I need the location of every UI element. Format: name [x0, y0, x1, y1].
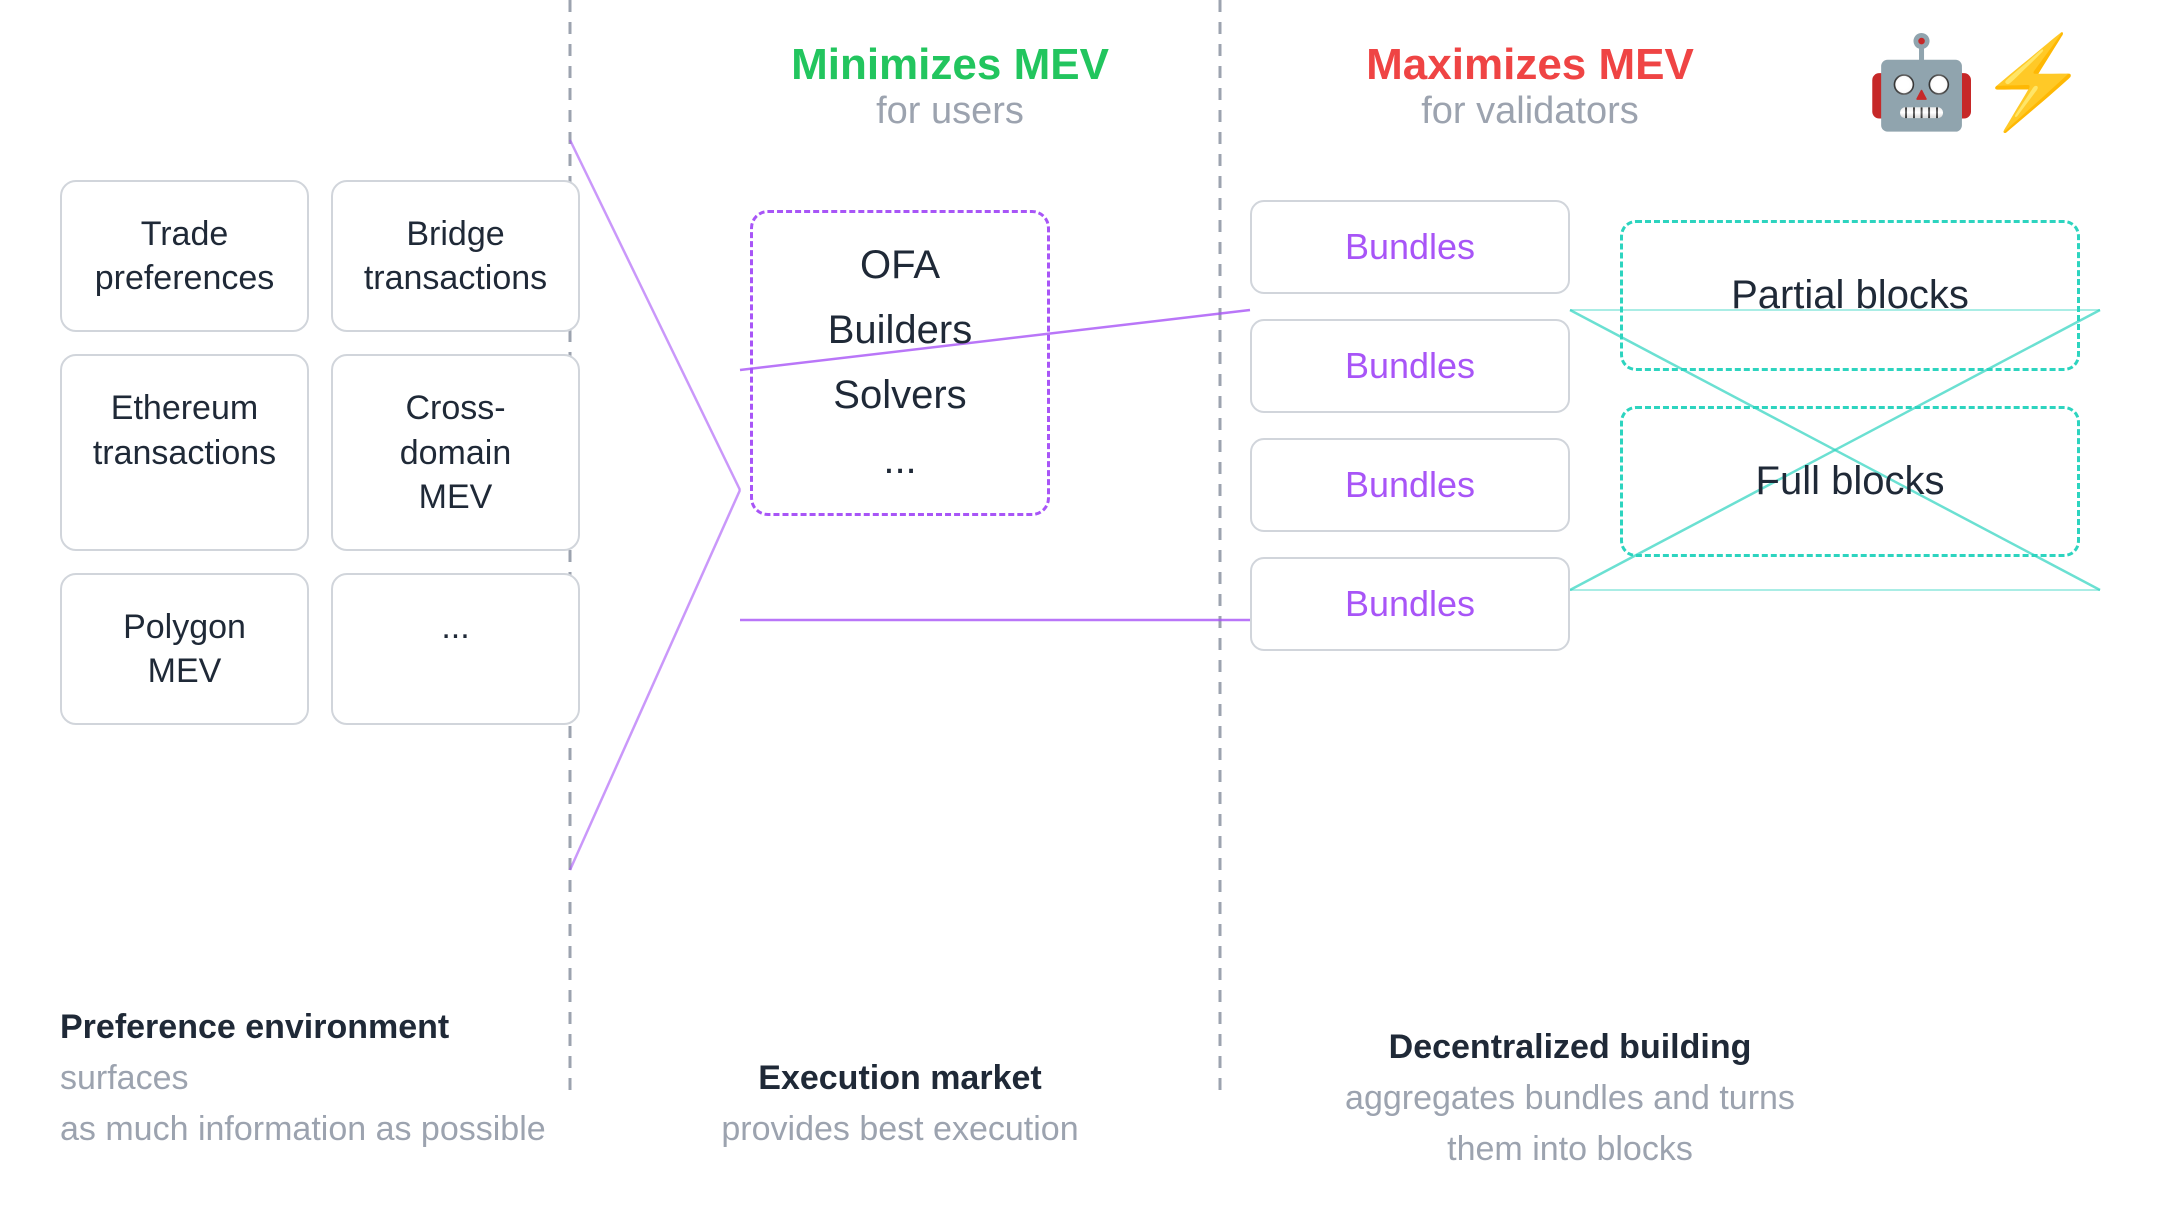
bundle-2: Bundles	[1250, 319, 1570, 413]
partial-blocks-box: Partial blocks	[1620, 220, 2080, 371]
execution-market-box: OFA Builders Solvers ...	[590, 180, 1210, 516]
builders-label: Builders	[828, 308, 973, 353]
bundle-3: Bundles	[1250, 438, 1570, 532]
card-bridge-transactions: Bridgetransactions	[331, 180, 580, 332]
bundle-1: Bundles	[1250, 200, 1570, 294]
middle-ellipsis: ...	[883, 438, 916, 483]
maximizes-subtitle: for validators	[1240, 90, 1820, 133]
card-polygon-mev: Polygon MEV	[60, 573, 309, 725]
card-cross-domain-mev: Cross-domainMEV	[331, 354, 580, 551]
left-cards-section: Tradepreferences Bridgetransactions Ethe…	[60, 180, 580, 725]
card-ethereum-transactions: Ethereumtransactions	[60, 354, 309, 551]
bottom-label-execution: Execution market provides best execution	[590, 1053, 1210, 1155]
solvers-label: Solvers	[833, 373, 966, 418]
minimizes-subtitle: for users	[660, 90, 1240, 133]
card-trade-preferences: Tradepreferences	[60, 180, 309, 332]
bottom-label-decentralized: Decentralized building aggregates bundle…	[1230, 1022, 1910, 1175]
bundles-section: Bundles Bundles Bundles Bundles	[1250, 200, 1570, 651]
header-maximizes: Maximizes MEV for validators	[1240, 40, 1820, 133]
decentralized-building-section: Partial blocks Full blocks	[1620, 220, 2080, 557]
card-ellipsis: ...	[331, 573, 580, 725]
ofa-label: OFA	[860, 243, 940, 288]
maximizes-title: Maximizes MEV	[1240, 40, 1820, 90]
header-minimizes: Minimizes MEV for users	[660, 40, 1240, 133]
bundle-4: Bundles	[1250, 557, 1570, 651]
bottom-label-preference: Preference environment surfacesas much i…	[60, 1002, 560, 1155]
full-blocks-box: Full blocks	[1620, 406, 2080, 557]
robot-icon: 🤖⚡	[1866, 30, 2090, 135]
minimizes-title: Minimizes MEV	[660, 40, 1240, 90]
